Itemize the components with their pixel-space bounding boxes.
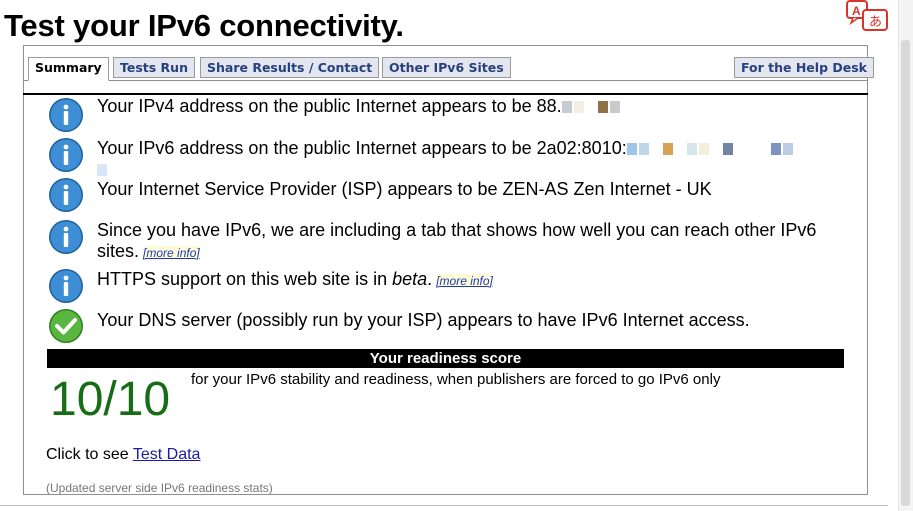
https-beta: beta (392, 269, 428, 289)
more-info-link[interactable]: [more info] (436, 274, 493, 288)
more-info-link[interactable]: [more info] (143, 246, 200, 260)
info-icon (49, 138, 83, 172)
test-data-prefix: Click to see (46, 446, 133, 463)
redacted-ipv4 (561, 96, 622, 116)
svg-text:A: A (852, 4, 861, 18)
svg-text:あ: あ (869, 15, 882, 30)
info-icon (49, 220, 83, 254)
ipv6-text: Your IPv6 address on the public Internet… (97, 138, 627, 158)
ipv6-message: Your IPv6 address on the public Internet… (97, 138, 817, 180)
translate-icon[interactable]: A あ (845, 0, 891, 32)
info-icon (49, 98, 83, 132)
isp-message: Your Internet Service Provider (ISP) app… (97, 179, 712, 199)
bottom-divider (0, 505, 888, 506)
info-icon (49, 178, 83, 212)
tab-share-results[interactable]: Share Results / Contact (200, 57, 380, 78)
ipv4-message: Your IPv4 address on the public Internet… (97, 96, 817, 117)
https-text: HTTPS support on this web site is in (97, 269, 393, 289)
page-title: Test your IPv6 connectivity. (4, 8, 404, 43)
test-data-link[interactable]: Test Data (133, 446, 201, 463)
content-divider (23, 93, 868, 95)
scrollbar-thumb[interactable] (901, 40, 910, 506)
ipv6-tab-message: Since you have IPv6, we are including a … (97, 220, 817, 264)
readiness-score-description: for your IPv6 stability and readiness, w… (191, 371, 721, 388)
tab-summary[interactable]: Summary (28, 57, 109, 81)
info-icon (49, 269, 83, 303)
updated-stats-note: (Updated server side IPv6 readiness stat… (46, 481, 273, 495)
readiness-score-heading: Your readiness score (47, 349, 844, 368)
tab-help-desk[interactable]: For the Help Desk (734, 57, 874, 78)
test-data-line: Click to see Test Data (46, 446, 200, 464)
https-message: HTTPS support on this web site is in bet… (97, 269, 817, 292)
tab-divider (23, 80, 868, 81)
ipv4-text: Your IPv4 address on the public Internet… (97, 96, 562, 116)
tab-other-ipv6-sites[interactable]: Other IPv6 Sites (382, 57, 511, 78)
tab-tests-run[interactable]: Tests Run (113, 57, 195, 78)
ipv6-tab-text: Since you have IPv6, we are including a … (97, 220, 817, 261)
checkmark-icon (49, 309, 83, 343)
dns-message: Your DNS server (possibly run by your IS… (97, 310, 750, 330)
readiness-score-value: 10/10 (50, 373, 171, 426)
https-suffix: . (427, 269, 433, 289)
